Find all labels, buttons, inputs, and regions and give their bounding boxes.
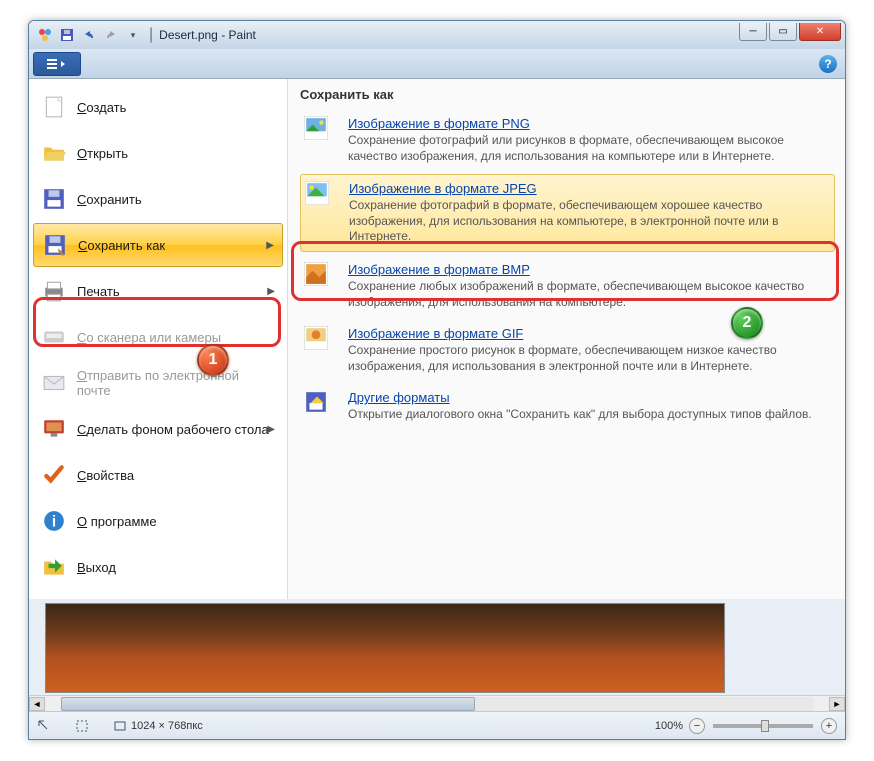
mail-icon (41, 370, 67, 396)
save-option-description: Сохранение любых изображений в формате, … (348, 279, 831, 310)
close-button[interactable]: ✕ (799, 23, 841, 41)
save-option-description: Открытие диалогового окна "Сохранить как… (348, 407, 831, 423)
scroll-track[interactable] (61, 697, 813, 711)
save-option-jpeg[interactable]: Изображение в формате JPEG Сохранение фот… (300, 174, 835, 252)
save-as-submenu: Сохранить как Изображение в формате PNG С… (287, 79, 846, 599)
exit-icon (41, 554, 67, 580)
svg-text:i: i (52, 513, 56, 530)
menu-item-label: Сохранить как (78, 238, 165, 253)
save-option-title: Изображение в формате JPEG (349, 181, 830, 196)
menu-item-open[interactable]: Открыть (33, 131, 283, 175)
maximize-button[interactable]: ▭ (769, 23, 797, 41)
image-dimensions: 1024 × 768пкс (131, 720, 203, 732)
title-separator: | (149, 26, 153, 44)
png-format-icon (304, 116, 338, 150)
canvas-area (29, 599, 845, 699)
file-menu-panel: СоздатьОткрытьСохранитьСохранить как▶Печ… (29, 79, 846, 599)
scroll-left-button[interactable]: ◄ (29, 697, 45, 711)
menu-item-props[interactable]: Свойства (33, 453, 283, 497)
submenu-arrow-icon: ▶ (266, 240, 274, 251)
open-icon (41, 140, 67, 166)
saveas-icon (42, 232, 68, 258)
props-icon (41, 462, 67, 488)
menu-item-label: Создать (77, 100, 126, 115)
save-option-description: Сохранение фотографий в формате, обеспеч… (349, 198, 830, 245)
save-option-png[interactable]: Изображение в формате PNG Сохранение фото… (300, 110, 835, 170)
save-option-other[interactable]: Другие форматы Открытие диалогового окна … (300, 384, 835, 430)
menu-item-label: Со сканера или камеры (77, 330, 221, 345)
titlebar: ▾ | Desert.png - Paint ─ ▭ ✕ (29, 21, 845, 49)
desktop-icon (41, 416, 67, 442)
menu-item-scanner: Со сканера или камеры (33, 315, 283, 359)
menu-item-label: Отправить по электронной почте (77, 368, 275, 398)
zoom-slider[interactable] (713, 724, 813, 728)
window-title: Desert.png - Paint (159, 28, 256, 42)
selection-size-section (75, 719, 89, 733)
annotation-badge-2: 2 (731, 307, 763, 339)
zoom-in-button[interactable]: + (821, 718, 837, 734)
qat-redo-button[interactable] (101, 25, 121, 45)
menu-item-label: Открыть (77, 146, 128, 161)
print-icon (41, 278, 67, 304)
menu-item-desktop[interactable]: Сделать фоном рабочего стола▶ (33, 407, 283, 451)
cursor-position-section (37, 719, 51, 733)
qat-customize-button[interactable]: ▾ (123, 25, 143, 45)
file-menu-tab[interactable] (33, 52, 81, 76)
save-option-title: Другие форматы (348, 390, 831, 405)
image-dimensions-section: 1024 × 768пкс (113, 719, 203, 733)
canvas-image[interactable] (45, 603, 725, 693)
menu-item-label: Сохранить (77, 192, 142, 207)
quick-access-toolbar: ▾ (57, 25, 143, 45)
save-option-title: Изображение в формате PNG (348, 116, 831, 131)
submenu-title: Сохранить как (300, 87, 835, 102)
menu-item-label: Свойства (77, 468, 134, 483)
menu-item-label: Печать (77, 284, 120, 299)
qat-undo-button[interactable] (79, 25, 99, 45)
menu-item-mail: Отправить по электронной почте (33, 361, 283, 405)
menu-item-label: Выход (77, 560, 116, 575)
horizontal-scrollbar[interactable]: ◄ ► (29, 695, 845, 711)
gif-format-icon (304, 326, 338, 360)
cursor-icon (37, 719, 51, 733)
scroll-right-button[interactable]: ► (829, 697, 845, 711)
qat-save-button[interactable] (57, 25, 77, 45)
paint-window: ▾ | Desert.png - Paint ─ ▭ ✕ ? Создать От… (28, 20, 846, 740)
save-option-description: Сохранение фотографий или рисунков в фор… (348, 133, 831, 164)
ribbon-header: ? (29, 49, 845, 79)
zoom-level: 100% (655, 720, 683, 732)
menu-item-label: О программе (77, 514, 157, 529)
bmp-format-icon (304, 262, 338, 296)
scroll-thumb[interactable] (61, 697, 475, 711)
help-button[interactable]: ? (819, 55, 837, 73)
app-icon (37, 27, 53, 43)
zoom-slider-thumb[interactable] (761, 720, 769, 732)
new-icon (41, 94, 67, 120)
menu-item-exit[interactable]: Выход (33, 545, 283, 589)
about-icon: i (41, 508, 67, 534)
annotation-badge-1: 1 (197, 344, 229, 376)
menu-item-save[interactable]: Сохранить (33, 177, 283, 221)
zoom-out-button[interactable]: − (689, 718, 705, 734)
menu-item-about[interactable]: i О программе (33, 499, 283, 543)
submenu-arrow-icon: ▶ (267, 424, 275, 435)
save-icon (41, 186, 67, 212)
scanner-icon (41, 324, 67, 350)
jpeg-format-icon (305, 181, 339, 215)
save-option-title: Изображение в формате BMP (348, 262, 831, 277)
submenu-arrow-icon: ▶ (267, 286, 275, 297)
menu-item-new[interactable]: Создать (33, 85, 283, 129)
save-option-description: Сохранение простого рисунок в формате, о… (348, 343, 831, 374)
menu-item-saveas[interactable]: Сохранить как ▶ (33, 223, 283, 267)
minimize-button[interactable]: ─ (739, 23, 767, 41)
save-option-bmp[interactable]: Изображение в формате BMP Сохранение любы… (300, 256, 835, 316)
file-menu-left: СоздатьОткрытьСохранитьСохранить как▶Печ… (29, 79, 287, 599)
other-format-icon (304, 390, 338, 424)
window-controls: ─ ▭ ✕ (737, 23, 841, 41)
selection-icon (75, 719, 89, 733)
dimensions-icon (113, 719, 127, 733)
menu-item-print[interactable]: Печать ▶ (33, 269, 283, 313)
menu-item-label: Сделать фоном рабочего стола (77, 422, 269, 437)
statusbar: 1024 × 768пкс 100% − + (29, 711, 845, 739)
